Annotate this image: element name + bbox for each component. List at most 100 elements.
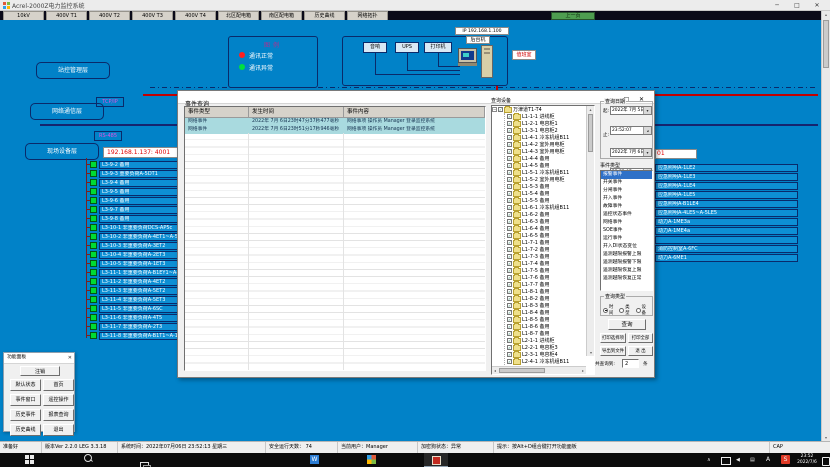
tree-node-row[interactable]: L1-5-4 备用 <box>507 190 594 197</box>
radio-icon[interactable] <box>619 308 624 313</box>
tree-node-row[interactable]: L1-6-4 备用 <box>507 225 594 232</box>
tree-node-label[interactable]: L1-8-4 备用 <box>522 309 550 316</box>
notification-center-icon[interactable] <box>822 457 830 466</box>
tree-node-row[interactable]: L1-4-1 冷冻机组B11 <box>507 134 594 141</box>
tree-node-row[interactable]: L1-8-7 备用 <box>507 330 594 337</box>
checkbox-checked-icon[interactable] <box>507 261 512 266</box>
radio-icon[interactable] <box>636 308 641 313</box>
tree-node-row[interactable]: L1-8-2 备用 <box>507 295 594 302</box>
tree-node-label[interactable]: L1-6-1 冷冻机组B11 <box>522 204 569 211</box>
tree-node-label[interactable]: L1-7-2 备用 <box>522 246 550 253</box>
tree-node-row[interactable]: L1-7-5 备用 <box>507 267 594 274</box>
tree-node-row[interactable]: L1-8-5 备用 <box>507 316 594 323</box>
touch-keyboard-icon[interactable]: ▤ <box>750 456 755 464</box>
checkbox-checked-icon[interactable] <box>507 317 512 322</box>
checkbox-checked-icon[interactable] <box>507 205 512 210</box>
checkbox-checked-icon[interactable] <box>498 107 503 112</box>
tree-node-label[interactable]: L1-8-1 备用 <box>522 288 550 295</box>
tree-node-label[interactable]: L1-4-2 室外用电柜 <box>522 141 565 148</box>
print-selected-button[interactable]: 打印选择项 <box>600 333 626 343</box>
checkbox-checked-icon[interactable] <box>507 352 512 357</box>
scroll-down-icon[interactable]: ▾ <box>587 349 595 356</box>
sogou-ime-icon[interactable]: S <box>781 455 790 464</box>
network-icon[interactable] <box>721 457 731 465</box>
scroll-up-icon[interactable]: ▴ <box>822 11 830 18</box>
task-view-icon[interactable] <box>140 462 149 467</box>
to-date-combobox[interactable]: 2022年 7月 6日 <box>610 148 652 157</box>
checkbox-checked-icon[interactable] <box>507 359 512 364</box>
tree-node-label[interactable]: L1-7-4 备用 <box>522 260 550 267</box>
event-type-item[interactable]: 遥测越限恢复正常 <box>601 275 652 283</box>
page-tab[interactable]: 北区配电箱 <box>218 11 259 20</box>
panel-button[interactable]: 退出 <box>43 424 74 436</box>
table-column-header[interactable]: 事件内容 <box>344 107 485 117</box>
checkbox-checked-icon[interactable] <box>507 114 512 119</box>
page-tab[interactable]: 网络拓扑 <box>347 11 388 20</box>
event-type-item[interactable]: 开入事件 <box>601 195 652 203</box>
search-icon[interactable] <box>84 454 92 462</box>
tree-node-row[interactable]: L1-7-4 备用 <box>507 260 594 267</box>
export-button[interactable]: 导出到文件 <box>600 346 626 356</box>
tree-node-label[interactable]: L2-1-1 进线柜 <box>522 337 555 344</box>
event-type-item[interactable]: 遥控状态事件 <box>601 211 652 219</box>
tree-node-label[interactable]: L1-8-6 备用 <box>522 323 550 330</box>
page-tab[interactable]: 南区配电箱 <box>261 11 302 20</box>
checkbox-checked-icon[interactable] <box>507 177 512 182</box>
query-type-option[interactable]: 时间 <box>603 304 617 316</box>
panel-button[interactable]: 历史事件 <box>10 409 41 421</box>
tree-node-label[interactable]: L1-4-1 冷冻机组B11 <box>522 134 569 141</box>
scroll-up-icon[interactable]: ▴ <box>587 106 594 113</box>
maximize-icon[interactable]: □ <box>788 0 806 11</box>
tree-node-row[interactable]: L1-7-3 备用 <box>507 253 594 260</box>
app-scrollbar[interactable]: ▴ ▾ <box>821 11 830 441</box>
logout-button[interactable]: 注销 <box>20 366 60 376</box>
checkbox-checked-icon[interactable] <box>507 142 512 147</box>
event-type-item[interactable]: 开关事件 <box>601 179 652 187</box>
tree-node-row[interactable]: L1-5-1 冷冻机组B11 <box>507 169 594 176</box>
panel-close-icon[interactable]: ✕ <box>68 353 72 363</box>
from-date-combobox[interactable]: 2022年 7月 5日 <box>610 106 652 115</box>
tree-node-row[interactable]: L2-2-1 电容柜3 <box>507 344 594 351</box>
tree-root-label[interactable]: 万津道T1-T4 <box>513 106 542 113</box>
checkbox-checked-icon[interactable] <box>507 219 512 224</box>
ime-language-icon[interactable]: A <box>766 456 770 464</box>
checkbox-checked-icon[interactable] <box>507 149 512 154</box>
checkbox-checked-icon[interactable] <box>507 135 512 140</box>
panel-button[interactable]: 首页 <box>43 379 74 391</box>
checkbox-checked-icon[interactable] <box>507 331 512 336</box>
tree-node-label[interactable]: L1-5-5 备用 <box>522 197 550 204</box>
event-type-item[interactable]: 遥测越限报警下限 <box>601 259 652 267</box>
tree-node-row[interactable]: L1-7-6 备用 <box>507 274 594 281</box>
tree-node-label[interactable]: L1-6-5 备用 <box>522 232 550 239</box>
tree-node-row[interactable]: L1-7-7 备用 <box>507 281 594 288</box>
tree-node-row[interactable]: L2-4-1 冷冻机组B11 <box>507 358 594 365</box>
scrollbar-thumb[interactable] <box>499 368 545 373</box>
device-bar[interactable] <box>655 236 798 244</box>
scrollbar-thumb[interactable] <box>588 114 593 152</box>
checkbox-checked-icon[interactable] <box>507 226 512 231</box>
tree-node-row[interactable]: L1-2-1 电容柜1 <box>507 120 594 127</box>
tree-node-label[interactable]: L1-2-1 电容柜1 <box>522 120 558 127</box>
tree-node-row[interactable]: L2-3-1 电容柜4 <box>507 351 594 358</box>
checkbox-checked-icon[interactable] <box>507 156 512 161</box>
checkbox-checked-icon[interactable] <box>507 170 512 175</box>
tree-node-label[interactable]: L1-8-3 备用 <box>522 302 550 309</box>
checkbox-checked-icon[interactable] <box>507 212 512 217</box>
panel-button[interactable]: 事件窗口 <box>10 394 41 406</box>
event-type-item[interactable]: 运行事件 <box>601 235 652 243</box>
tree-node-label[interactable]: L1-7-3 备用 <box>522 253 550 260</box>
query-type-option[interactable]: 类型 <box>619 304 633 316</box>
query-type-option[interactable]: 设备 <box>636 304 650 316</box>
device-bar[interactable]: 应急照明A-1LE5 <box>655 191 798 199</box>
scroll-left-icon[interactable]: ◂ <box>492 367 498 374</box>
tree-node-label[interactable]: L1-8-5 备用 <box>522 316 550 323</box>
device-bar[interactable]: 动力A-1ME3a <box>655 218 798 226</box>
checkbox-checked-icon[interactable] <box>507 191 512 196</box>
tree-node-row[interactable]: L1-4-5 备用 <box>507 162 594 169</box>
tree-node-row[interactable]: L1-8-1 备用 <box>507 288 594 295</box>
tree-node-label[interactable]: L1-7-7 备用 <box>522 281 550 288</box>
checkbox-checked-icon[interactable] <box>507 282 512 287</box>
query-button[interactable]: 查询 <box>608 319 646 330</box>
tree-node-row[interactable]: L1-6-1 冷冻机组B11 <box>507 204 594 211</box>
function-panel-titlebar[interactable]: 功能面板 ✕ <box>4 353 74 364</box>
